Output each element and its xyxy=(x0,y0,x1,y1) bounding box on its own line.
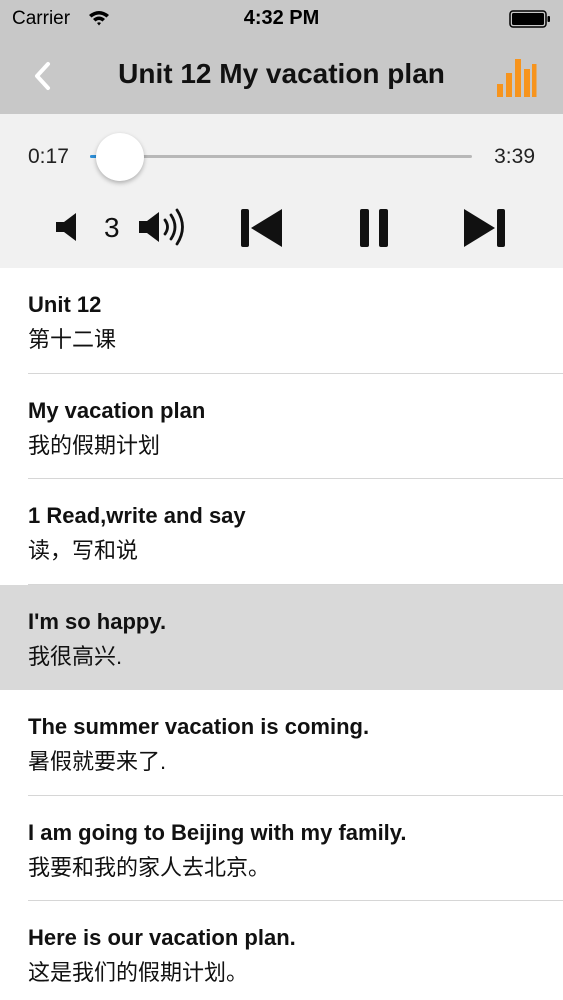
list-item[interactable]: 1 Read,write and say 读，写和说 xyxy=(0,479,563,585)
chinese-text: 我的假期计划 xyxy=(28,432,161,458)
current-time: 0:17 xyxy=(28,145,69,168)
next-track-icon[interactable] xyxy=(460,208,508,248)
page-title: Unit 12 My vacation plan xyxy=(118,58,445,89)
chinese-text: 第十二课 xyxy=(28,327,117,352)
english-text: 1 Read,write and say xyxy=(28,503,246,528)
total-time: 3:39 xyxy=(494,145,535,168)
chinese-text: 这是我们的假期计划。 xyxy=(28,960,249,985)
playlist-button[interactable] xyxy=(495,56,537,98)
clock-label: 4:32 PM xyxy=(243,7,320,29)
volume-level: 3 xyxy=(104,212,120,243)
english-text: My vacation plan xyxy=(28,397,206,423)
list-item-active[interactable]: I'm so happy. 我很高兴. xyxy=(0,584,563,690)
list-item[interactable]: My vacation plan 我的假期计划 xyxy=(0,373,563,479)
list-item[interactable]: Here is our vacation plan. 这是我们的假期计划。 xyxy=(0,901,563,1000)
previous-track-icon[interactable] xyxy=(238,208,286,248)
list-item[interactable]: I am going to Beijing with my family. 我要… xyxy=(0,795,563,901)
english-text: Here is our vacation plan. xyxy=(28,925,296,950)
status-bar: Carrier 4:32 PM xyxy=(0,0,563,38)
volume-down-icon[interactable] xyxy=(54,210,84,244)
progress-track[interactable] xyxy=(90,155,472,158)
audio-player: 0:17 3:39 3 xyxy=(0,114,563,268)
chinese-text: 读，写和说 xyxy=(28,538,139,563)
list-item[interactable]: Unit 12 第十二课 xyxy=(0,268,563,374)
battery-icon xyxy=(509,10,550,28)
chinese-text: 我很高兴. xyxy=(28,643,123,669)
chinese-text: 暑假就要来了. xyxy=(28,749,167,774)
list-item[interactable]: The summer vacation is coming. 暑假就要来了. xyxy=(0,690,563,796)
pause-icon[interactable] xyxy=(357,208,391,248)
volume-up-icon[interactable] xyxy=(137,206,191,248)
chinese-text: 我要和我的家人去北京。 xyxy=(28,854,271,880)
sentence-list: Unit 12 第十二课 My vacation plan 我的假期计划 1 R… xyxy=(0,268,563,1000)
progress-thumb[interactable] xyxy=(95,133,144,181)
english-text: I am going to Beijing with my family. xyxy=(28,819,407,845)
english-text: I'm so happy. xyxy=(28,608,167,634)
navigation-bar: Unit 12 My vacation plan xyxy=(0,38,563,114)
bars-chart-icon xyxy=(497,59,537,97)
english-text: The summer vacation is coming. xyxy=(28,714,370,739)
english-text: Unit 12 xyxy=(28,292,102,317)
